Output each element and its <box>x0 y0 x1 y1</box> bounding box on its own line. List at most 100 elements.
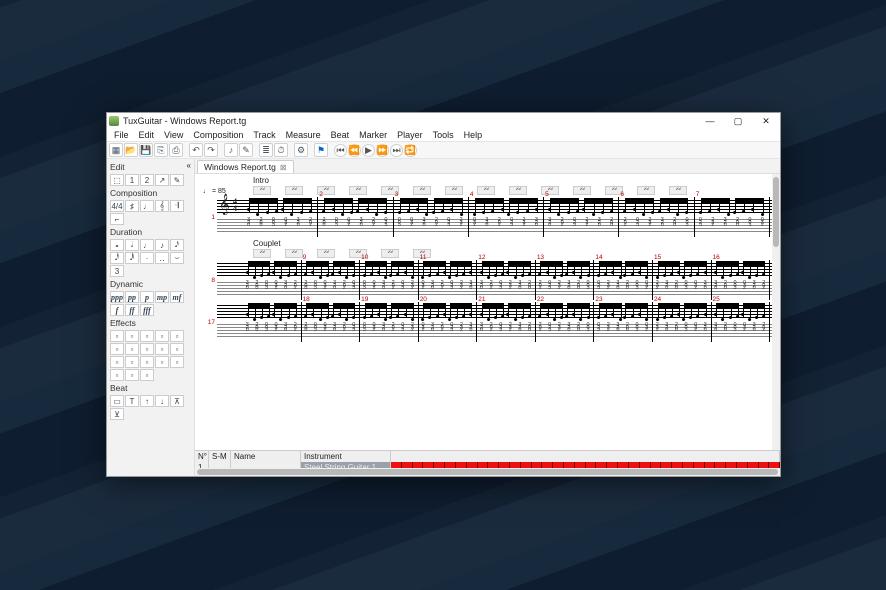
vib-button[interactable]: ▫ <box>140 343 154 355</box>
ff-button[interactable]: ff <box>125 304 139 316</box>
measure[interactable]: 25320200003032320202 <box>712 302 771 342</box>
tap-button[interactable]: ▫ <box>110 369 124 381</box>
settings-button[interactable]: ⚙ <box>294 143 308 157</box>
print-button[interactable]: ⎙ <box>169 143 183 157</box>
measure[interactable]: 6202023232320200003 <box>619 197 694 237</box>
quarter-button[interactable]: ♩ <box>140 239 154 251</box>
accent-button[interactable]: ▫ <box>140 330 154 342</box>
menu-composition[interactable]: Composition <box>188 129 248 141</box>
close-button[interactable]: ✕ <box>754 114 778 128</box>
measure[interactable]: 23023232320200003032 <box>594 302 653 342</box>
prev-button[interactable]: ⏪ <box>348 144 361 157</box>
props-button[interactable]: ≣ <box>259 143 273 157</box>
vertical-scrollbar[interactable] <box>772 174 780 450</box>
voice2-button[interactable]: 2 <box>140 174 154 186</box>
measure[interactable]: 320200003032320202 <box>243 302 302 342</box>
tempo-button[interactable]: ♩ <box>140 200 154 212</box>
minimize-button[interactable]: — <box>698 114 722 128</box>
tab-close-icon[interactable]: ⊠ <box>280 163 287 172</box>
next-button[interactable]: ⏩ <box>376 144 389 157</box>
stac-button[interactable]: ▫ <box>170 356 184 368</box>
harm-button[interactable]: ▫ <box>110 343 124 355</box>
tremolo-button[interactable]: ▫ <box>140 356 154 368</box>
measure[interactable]: 13202023232320200003 <box>536 260 595 300</box>
pick-down-button[interactable]: ⊻ <box>110 408 124 420</box>
doubledotted-button[interactable]: ‥ <box>155 252 169 264</box>
hammer-button[interactable]: ▫ <box>110 356 124 368</box>
measure[interactable]: 4032320202023232320 <box>469 197 544 237</box>
staff-system[interactable]: 1732020000303232020218200003032320202023… <box>197 302 772 342</box>
menu-edit[interactable]: Edit <box>134 129 160 141</box>
measure[interactable]: 320200003032320202 <box>243 260 302 300</box>
measure[interactable]: 3003032320202023232 <box>394 197 469 237</box>
keysig-button[interactable]: ♯ <box>125 200 139 212</box>
arrow-button[interactable]: ↗ <box>155 174 169 186</box>
bend-button[interactable]: ▫ <box>155 343 169 355</box>
measure[interactable]: 10003032320202023232 <box>360 260 419 300</box>
measure[interactable]: 19003032320202023232 <box>360 302 419 342</box>
heavy-button[interactable]: ▫ <box>155 330 169 342</box>
menu-help[interactable]: Help <box>459 129 488 141</box>
tie-button[interactable]: ⌣ <box>170 252 184 264</box>
saveas-button[interactable]: ⎘ <box>154 143 168 157</box>
menu-beat[interactable]: Beat <box>326 129 355 141</box>
score-view[interactable]: 85Intro𝄎 𝄎𝄎 𝄎𝄎 𝄎𝄎 𝄎𝄎 𝄎𝄎 𝄎𝄎 𝄎𝄎 𝄎𝄎 𝄎𝄎 𝄎𝄎 𝄎… <box>195 174 780 450</box>
maximize-button[interactable]: ▢ <box>726 114 750 128</box>
menu-marker[interactable]: Marker <box>354 129 392 141</box>
slide-button[interactable]: ▫ <box>170 343 184 355</box>
stroke-down-button[interactable]: ↓ <box>155 395 169 407</box>
menu-measure[interactable]: Measure <box>281 129 326 141</box>
mode1-button[interactable]: ♪ <box>224 143 238 157</box>
eighth-button[interactable]: ♪ <box>155 239 169 251</box>
measure[interactable]: 15232320200003032320 <box>653 260 712 300</box>
measure[interactable]: 2200003032320202023 <box>318 197 393 237</box>
trill-button[interactable]: ▫ <box>125 356 139 368</box>
measure[interactable]: 9200003032320202023 <box>302 260 361 300</box>
fade-button[interactable]: ▫ <box>125 369 139 381</box>
grace-button[interactable]: ▫ <box>125 343 139 355</box>
voice1-button[interactable]: 1 <box>125 174 139 186</box>
let-ring-button[interactable]: ▫ <box>170 330 184 342</box>
measure[interactable]: 12320202023232320200 <box>477 260 536 300</box>
chord-button[interactable]: ▭ <box>110 395 124 407</box>
menu-file[interactable]: File <box>109 129 134 141</box>
measure[interactable]: 22202023232320200003 <box>536 302 595 342</box>
first-button[interactable]: ⏮ <box>334 144 347 157</box>
fff-button[interactable]: fff <box>140 304 154 316</box>
p-button[interactable]: p <box>140 291 154 303</box>
last-button[interactable]: ⏭ <box>390 144 403 157</box>
staff-system[interactable]: 8320200003032320202920000303232020202310… <box>197 260 772 300</box>
timesig-button[interactable]: 4/4 <box>110 200 124 212</box>
new-button[interactable]: ▦ <box>109 143 123 157</box>
pop-button[interactable]: ▫ <box>140 369 154 381</box>
mode2-button[interactable]: ✎ <box>239 143 253 157</box>
clef-button[interactable]: 𝄞 <box>155 200 169 212</box>
open-button[interactable]: 📂 <box>124 143 138 157</box>
insert-button[interactable]: ✎ <box>170 174 184 186</box>
stroke-up-button[interactable]: ↑ <box>140 395 154 407</box>
measure[interactable]: 5320202023232320200 <box>544 197 619 237</box>
staff-system[interactable]: 1𝄞44320200003032320202220000303232020202… <box>197 197 772 237</box>
menu-player[interactable]: Player <box>392 129 428 141</box>
whole-button[interactable]: 𝅝 <box>110 239 124 251</box>
thirtysecond-button[interactable]: 𝅘𝅥𝅰 <box>110 252 124 264</box>
ghost-button[interactable]: ▫ <box>125 330 139 342</box>
measure[interactable]: 18200003032320202023 <box>302 302 361 342</box>
dotted-button[interactable]: · <box>140 252 154 264</box>
menu-view[interactable]: View <box>159 129 188 141</box>
measure[interactable]: 20032320202023232320 <box>419 302 478 342</box>
loop-button[interactable]: 🔁 <box>404 144 417 157</box>
horizontal-scrollbar[interactable] <box>195 468 780 476</box>
save-button[interactable]: 💾 <box>139 143 153 157</box>
titlebar[interactable]: TuxGuitar - Windows Report.tg — ▢ ✕ <box>107 113 780 129</box>
measure[interactable]: 14023232320200003032 <box>594 260 653 300</box>
select-button[interactable]: ⬚ <box>110 174 124 186</box>
play-button[interactable]: ▶ <box>362 144 375 157</box>
measure[interactable]: 7023232320200003032 <box>695 197 770 237</box>
menu-tools[interactable]: Tools <box>428 129 459 141</box>
menu-track[interactable]: Track <box>248 129 280 141</box>
sixtyfourth-button[interactable]: 𝅘𝅥𝅱 <box>125 252 139 264</box>
measure[interactable]: 24232320200003032320 <box>653 302 712 342</box>
flag-button[interactable]: ⚑ <box>314 143 328 157</box>
dead-button[interactable]: ▫ <box>110 330 124 342</box>
